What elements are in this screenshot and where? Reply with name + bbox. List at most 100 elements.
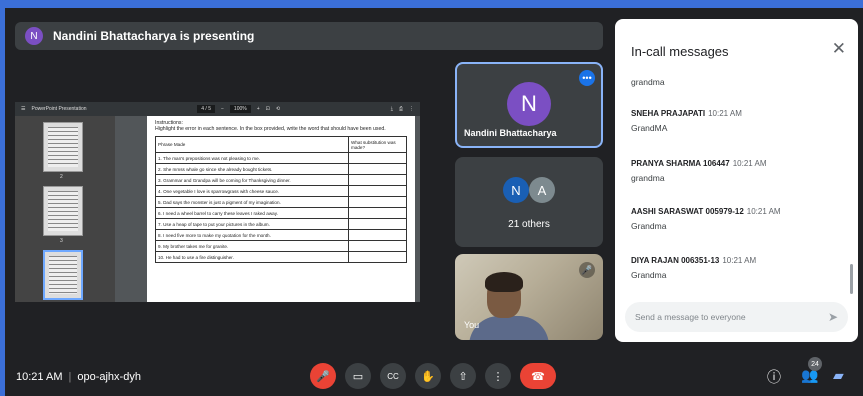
info-icon[interactable]: ⓘ bbox=[767, 367, 781, 387]
meeting-info: 10:21 AM | opo-ajhx-dyh bbox=[16, 371, 141, 383]
zoom-in-icon[interactable]: + bbox=[257, 106, 260, 112]
page-thumbnail[interactable] bbox=[43, 122, 83, 172]
chat-title: In-call messages bbox=[631, 44, 729, 59]
message-placeholder[interactable]: Send a message to everyone bbox=[635, 312, 828, 322]
answer-cell bbox=[348, 207, 407, 219]
print-icon[interactable]: ⎙ bbox=[399, 106, 403, 112]
table-cell: 1. The man's prepositions was not pleasi… bbox=[155, 152, 349, 164]
self-video-tile[interactable]: 🎤 You bbox=[455, 254, 603, 340]
viewer-toolbar: ☰ PowerPoint Presentation 4 / 5 − 100% +… bbox=[15, 102, 420, 116]
table-cell: 8. I need five more to make my quotation… bbox=[155, 229, 349, 241]
message-sender: DIYA RAJAN 006351-13 bbox=[631, 256, 720, 265]
participant-avatar: A bbox=[529, 177, 555, 203]
end-call-button[interactable]: ☎ bbox=[520, 363, 556, 389]
chat-message: AASHI SARASWAT 005979-12 10:21 AM Grandma bbox=[631, 207, 844, 231]
more-vert-icon[interactable]: ⋮ bbox=[409, 106, 414, 112]
clock: 10:21 AM bbox=[16, 371, 63, 383]
chat-icon[interactable]: ▰ bbox=[833, 367, 844, 384]
message-time: 10:21 AM bbox=[732, 159, 767, 168]
message-sender: SNEHA PRAJAPATI bbox=[631, 109, 706, 118]
self-video-hair bbox=[485, 272, 523, 292]
message-text: grandma bbox=[631, 77, 665, 87]
menu-icon[interactable]: ☰ bbox=[21, 106, 25, 112]
answer-cell bbox=[348, 174, 407, 186]
thumbnail-number: 3 bbox=[60, 238, 63, 244]
chat-message: PRANYA SHARMA 106447 10:21 AM grandma bbox=[631, 159, 844, 183]
table-header: Phrase Made bbox=[155, 136, 349, 153]
presenter-name: Nandini Bhattacharya bbox=[464, 128, 557, 138]
message-time: 10:21 AM bbox=[722, 256, 757, 265]
message-text: Grandma bbox=[631, 221, 667, 231]
message-text: grandma bbox=[631, 173, 665, 183]
table-cell: 4. One vegetable I love is sparrowgrass … bbox=[155, 185, 349, 197]
chat-message: grandma bbox=[631, 77, 844, 87]
instructions: Instructions: Highlight the error in eac… bbox=[155, 120, 386, 132]
table-row: 5. Dad says the monster is just a pigmen… bbox=[155, 196, 407, 208]
mic-toggle-button[interactable]: 🎤 bbox=[310, 363, 336, 389]
table-header: What substitution was made? bbox=[348, 136, 407, 153]
table-row: 2. She mmss whale go since she already b… bbox=[155, 163, 407, 175]
zoom-out-icon[interactable]: − bbox=[221, 106, 224, 112]
meet-window: N Nandini Bhattacharya is presenting ☰ P… bbox=[5, 8, 863, 396]
answer-cell bbox=[348, 218, 407, 230]
table-row: 4. One vegetable I love is sparrowgrass … bbox=[155, 185, 407, 197]
send-icon[interactable]: ➤ bbox=[828, 310, 838, 324]
message-list[interactable]: grandma SNEHA PRAJAPATI 10:21 AM GrandMA … bbox=[631, 69, 844, 292]
rotate-icon[interactable]: ⟲ bbox=[276, 106, 280, 112]
presenting-banner: N Nandini Bhattacharya is presenting bbox=[15, 22, 603, 50]
presenter-avatar: N bbox=[507, 82, 551, 126]
answer-cell bbox=[348, 152, 407, 164]
others-tile[interactable]: N A 21 others bbox=[455, 157, 603, 247]
page-thumbnail[interactable] bbox=[43, 186, 83, 236]
document-title: PowerPoint Presentation bbox=[31, 106, 87, 112]
message-sender: AASHI SARASWAT 005979-12 bbox=[631, 207, 744, 216]
more-options-button[interactable]: ⋮ bbox=[485, 363, 511, 389]
thumbnail-number: 2 bbox=[60, 174, 63, 180]
table-cell: 10. He had to use a fire distinguisher. bbox=[155, 251, 349, 263]
present-button[interactable]: ⇧ bbox=[450, 363, 476, 389]
others-count: 21 others bbox=[508, 219, 550, 230]
message-sender: PRANYA SHARMA 106447 bbox=[631, 159, 730, 168]
chat-message: DIYA RAJAN 006351-13 10:21 AM Grandma bbox=[631, 256, 844, 280]
table-cell: 7. Use a heap of tape to put your pictur… bbox=[155, 218, 349, 230]
raise-hand-button[interactable]: ✋ bbox=[415, 363, 441, 389]
participant-avatar: N bbox=[503, 177, 529, 203]
presenter-tile[interactable]: N ••• Nandini Bhattacharya bbox=[455, 62, 603, 148]
table-cell: 5. Dad says the monster is just a pigmen… bbox=[155, 196, 349, 208]
meeting-code: opo-ajhx-dyh bbox=[77, 371, 141, 383]
participants-badge: 24 bbox=[808, 357, 822, 371]
zoom-level[interactable]: 100% bbox=[229, 105, 251, 113]
more-dots-icon[interactable]: ••• bbox=[579, 70, 595, 86]
chat-panel: In-call messages ✕ grandma SNEHA PRAJAPA… bbox=[615, 19, 858, 342]
message-input[interactable]: Send a message to everyone ➤ bbox=[625, 302, 848, 332]
chat-scrollbar[interactable] bbox=[850, 264, 853, 294]
table-row: 1. The man's prepositions was not pleasi… bbox=[155, 152, 407, 164]
self-video-figure bbox=[469, 316, 549, 340]
table-cell: 2. She mmss whale go since she already b… bbox=[155, 163, 349, 175]
table-cell: 3. Grammar and Grandpa will be coming fo… bbox=[155, 174, 349, 186]
message-text: Grandma bbox=[631, 270, 667, 280]
answer-cell bbox=[348, 196, 407, 208]
presenting-text: Nandini Bhattacharya is presenting bbox=[53, 29, 255, 43]
separator: | bbox=[68, 371, 72, 383]
captions-button[interactable]: CC bbox=[380, 363, 406, 389]
download-icon[interactable]: ⤓ bbox=[391, 106, 393, 112]
table-row: 8. I need five more to make my quotation… bbox=[155, 229, 407, 241]
fit-page-icon[interactable]: ⊡ bbox=[266, 106, 270, 112]
answer-cell bbox=[348, 185, 407, 197]
document-page: Instructions: Highlight the error in eac… bbox=[147, 116, 415, 302]
page-indicator[interactable]: 4 / 5 bbox=[197, 105, 215, 113]
answer-cell bbox=[348, 163, 407, 175]
answer-cell bbox=[348, 240, 407, 252]
close-icon[interactable]: ✕ bbox=[832, 39, 846, 59]
table-row: 6. I need a wheel barrel to carry these … bbox=[155, 207, 407, 219]
page-thumbnail-selected[interactable] bbox=[43, 250, 83, 300]
table-row: 10. He had to use a fire distinguisher. bbox=[155, 251, 407, 263]
presentation-view[interactable]: ☰ PowerPoint Presentation 4 / 5 − 100% +… bbox=[15, 102, 420, 302]
message-time: 10:21 AM bbox=[746, 207, 781, 216]
answer-cell bbox=[348, 229, 407, 241]
camera-toggle-button[interactable]: ▭ bbox=[345, 363, 371, 389]
bottom-bar: 10:21 AM | opo-ajhx-dyh 🎤 ▭ CC ✋ ⇧ ⋮ ☎ ⓘ 👥… bbox=[5, 351, 863, 396]
table-row: 7. Use a heap of tape to put your pictur… bbox=[155, 218, 407, 230]
self-label: You bbox=[464, 320, 480, 330]
